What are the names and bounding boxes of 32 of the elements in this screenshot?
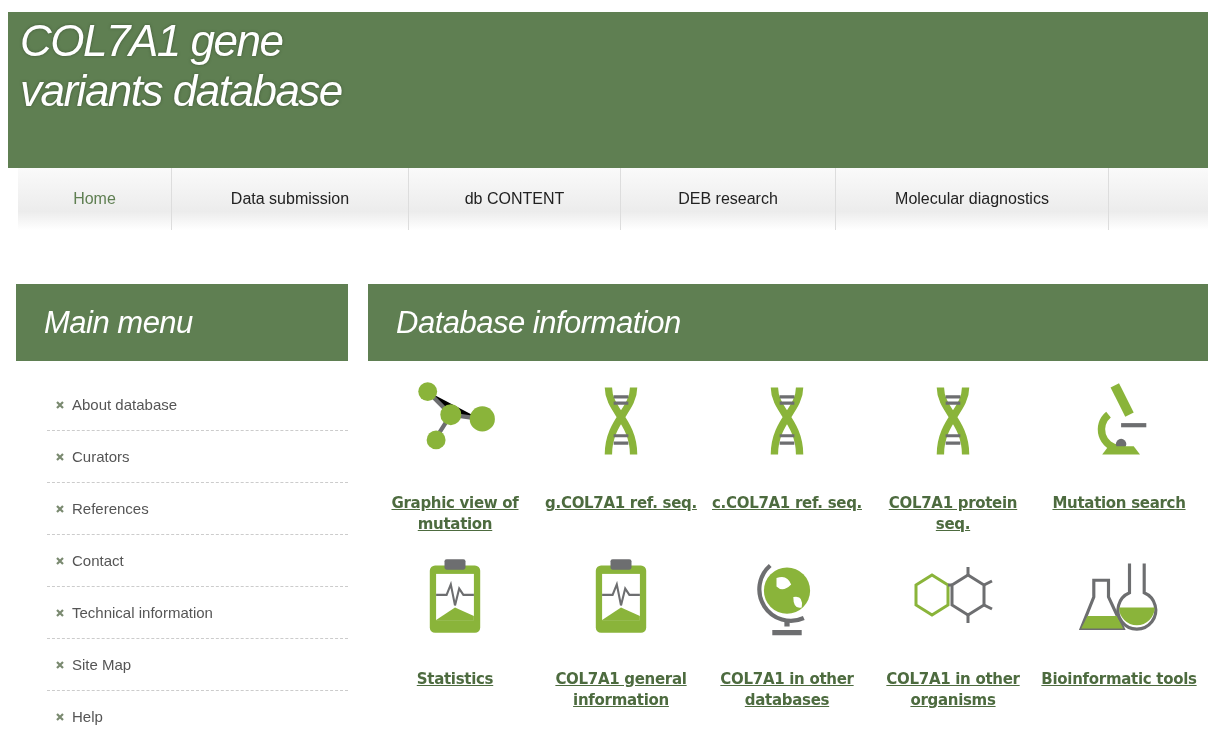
tile-link[interactable]: c.COL7A1 ref. seq. — [712, 493, 862, 514]
nav-link[interactable]: Data submission — [172, 168, 409, 230]
nav-link[interactable]: Molecular diagnostics — [836, 168, 1109, 230]
cross-icon — [55, 451, 65, 462]
menu-link[interactable]: Curators — [72, 448, 130, 465]
menu-link[interactable]: Site Map — [72, 656, 132, 673]
menu-link[interactable]: Technical information — [72, 604, 213, 621]
cross-icon — [55, 399, 65, 410]
tile-link[interactable]: COL7A1 in other databases — [704, 669, 870, 711]
nav-link[interactable]: db CONTENT — [409, 168, 621, 230]
cross-icon — [55, 503, 65, 514]
menu-link[interactable]: Help — [72, 708, 103, 725]
menu-link[interactable]: About database — [72, 396, 178, 413]
tile-link[interactable]: g.COL7A1 ref. seq. — [545, 493, 697, 514]
cross-icon — [55, 711, 65, 722]
tile-link[interactable]: Statistics — [416, 669, 494, 690]
cross-icon — [55, 607, 65, 618]
cross-icon — [55, 659, 65, 670]
tile-link[interactable]: Mutation search — [1052, 493, 1186, 514]
nav-link[interactable]: Home — [18, 168, 172, 230]
menu-link[interactable]: References — [72, 500, 149, 517]
cross-icon — [55, 555, 65, 566]
site-title: COL7A1 gene variants database — [20, 16, 343, 116]
tile-link[interactable]: Graphic view of mutation — [372, 493, 538, 535]
tile-link[interactable]: COL7A1 in other organisms — [870, 669, 1036, 711]
tile-link[interactable]: COL7A1 protein seq. — [870, 493, 1036, 535]
tile-link[interactable]: COL7A1 general information — [538, 669, 704, 711]
menu-link[interactable]: Contact — [72, 552, 124, 569]
nav-link[interactable]: DEB research — [621, 168, 836, 230]
tile-link[interactable]: Bioinformatic tools — [1041, 669, 1197, 690]
section-title: Database information — [396, 304, 681, 341]
section-title: Main menu — [44, 304, 193, 341]
